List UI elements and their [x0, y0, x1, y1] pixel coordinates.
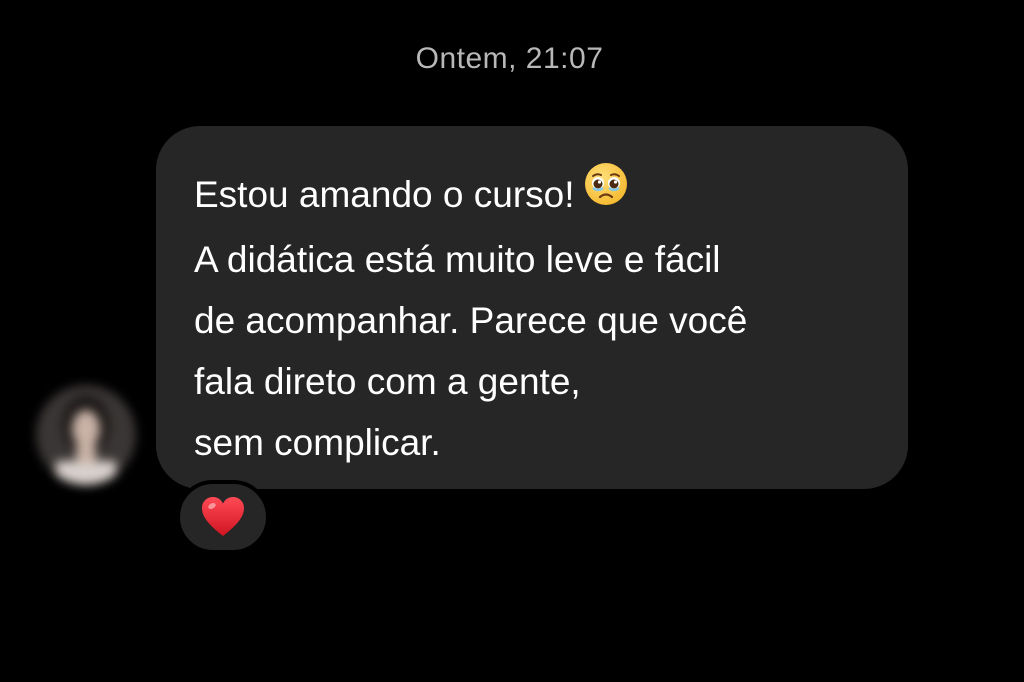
message-line: sem complicar.: [194, 422, 441, 464]
avatar[interactable]: [36, 385, 136, 485]
message-line: A didática está muito leve e fácil: [194, 239, 721, 281]
reaction-badge[interactable]: [176, 480, 270, 554]
red-heart-icon: [202, 497, 244, 536]
message-line: fala direto com a gente,: [194, 361, 581, 403]
message-timestamp: Ontem, 21:07: [415, 42, 604, 75]
chat-screen: Ontem, 21:07 Estou amando o curso! A did…: [0, 0, 1024, 682]
avatar-photo-icon: [36, 385, 136, 485]
message-line: de acompanhar. Parece que você: [194, 300, 748, 342]
message-bubble[interactable]: Estou amando o curso! A didática está mu…: [156, 126, 908, 489]
face-holding-back-tears-icon: [583, 161, 629, 225]
message-line: Estou amando o curso!: [194, 161, 878, 229]
message-text: Estou amando o curso!: [194, 174, 575, 215]
